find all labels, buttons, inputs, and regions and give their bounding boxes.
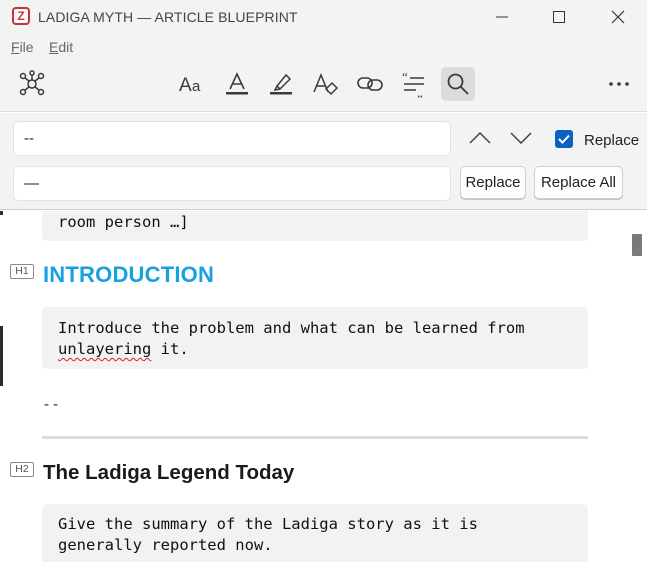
window-title: LADIGA MYTH — ARTICLE BLUEPRINT [38, 9, 298, 25]
highlight-button[interactable] [264, 67, 298, 101]
more-options-button[interactable] [602, 67, 636, 101]
close-button[interactable] [590, 0, 646, 34]
minimize-icon [496, 16, 508, 18]
code-block-line: Introduce the problem and what can be le… [58, 319, 525, 337]
heading-level-badge: H1 [10, 264, 34, 279]
menu-file-label: ile [19, 39, 34, 55]
menu-edit-label: dit [58, 39, 74, 55]
menu-file-mnemonic: F [11, 39, 20, 55]
code-block-text: it. [151, 340, 189, 358]
find-input[interactable]: -- [13, 121, 451, 156]
app-logo-icon: Z [12, 7, 30, 25]
find-replace-panel: -- Replace — Replace Replace All [0, 113, 647, 210]
close-icon [611, 10, 625, 24]
vertical-scrollbar[interactable] [628, 211, 647, 562]
replace-checkbox[interactable] [555, 130, 573, 148]
svg-text:„: „ [417, 85, 423, 98]
text-color-button[interactable] [220, 67, 254, 101]
maximize-button[interactable] [531, 0, 587, 34]
code-block-text: room person …] [58, 213, 189, 231]
replace-input[interactable]: — [13, 166, 451, 201]
scrollbar-thumb[interactable] [632, 234, 642, 256]
code-block-line: Give the summary of the Ladiga story as … [58, 515, 478, 533]
link-icon [357, 77, 383, 91]
misspelled-word[interactable]: unlayering [58, 340, 151, 358]
svg-text:“: “ [402, 70, 408, 84]
app-window: Z LADIGA MYTH — ARTICLE BLUEPRINT File E… [0, 0, 647, 562]
graph-view-button[interactable] [15, 67, 49, 101]
clear-format-icon [313, 73, 339, 96]
code-block[interactable]: room person …] [42, 211, 588, 241]
heading-level-badge: H2 [10, 462, 34, 477]
chevron-up-icon [469, 132, 491, 144]
quote-format-icon: “ „ [402, 70, 424, 98]
checkmark-icon [558, 134, 570, 144]
font-size-icon: A a [179, 75, 201, 96]
horizontal-rule [42, 436, 588, 439]
heading-2[interactable]: The Ladiga Legend Today [43, 461, 294, 485]
menu-edit-mnemonic: E [49, 39, 59, 55]
chevron-down-icon [510, 132, 532, 144]
editor-area[interactable]: room person …] H1 INTRODUCTION Introduce… [0, 211, 647, 562]
minimize-button[interactable] [474, 0, 530, 34]
clear-format-button[interactable] [308, 67, 342, 101]
menu-edit[interactable]: Edit [49, 39, 73, 55]
text-color-icon [226, 72, 248, 95]
quote-format-button[interactable]: “ „ [397, 67, 431, 101]
menu-file[interactable]: File [11, 39, 34, 55]
search-icon [447, 73, 469, 95]
code-block-line: generally reported now. [58, 536, 273, 554]
heading-1[interactable]: INTRODUCTION [43, 262, 214, 288]
left-edge-strip [0, 326, 3, 386]
replace-all-button[interactable]: Replace All [534, 166, 623, 199]
font-size-button[interactable]: A a [175, 67, 209, 101]
highlight-icon [270, 73, 292, 95]
left-edge-strip [0, 211, 3, 215]
menu-bar: File Edit [0, 34, 647, 60]
formatting-toolbar: A a “ „ [0, 60, 647, 112]
search-button[interactable] [441, 67, 475, 101]
replace-checkbox-label: Replace [584, 132, 640, 149]
code-block[interactable]: Introduce the problem and what can be le… [42, 307, 588, 369]
previous-match-button[interactable] [467, 125, 493, 151]
maximize-icon [553, 11, 565, 23]
replace-button[interactable]: Replace [460, 166, 526, 199]
graph-nodes-icon [19, 70, 45, 96]
more-options-icon [609, 82, 629, 86]
link-button[interactable] [353, 67, 387, 101]
next-match-button[interactable] [508, 125, 534, 151]
paragraph-text[interactable]: -- [42, 395, 60, 413]
code-block[interactable]: Give the summary of the Ladiga story as … [42, 504, 588, 562]
svg-text:A: A [179, 75, 192, 96]
code-block-line: unlayering it. [58, 339, 588, 360]
svg-text:a: a [192, 78, 201, 95]
title-bar: Z LADIGA MYTH — ARTICLE BLUEPRINT [0, 0, 647, 34]
